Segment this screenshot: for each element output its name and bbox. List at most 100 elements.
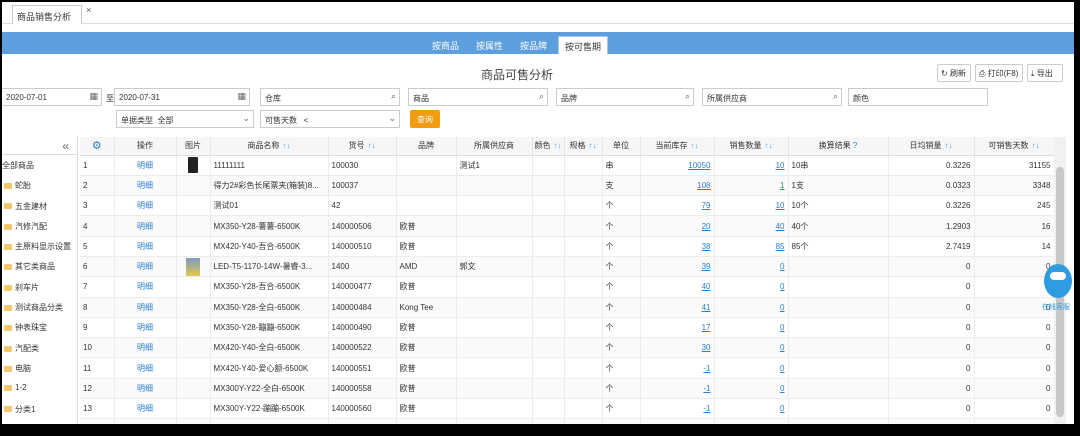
export-button[interactable]: ⤓ 导出: [1027, 64, 1063, 82]
sales-qty-link[interactable]: 10: [776, 161, 785, 170]
color-field[interactable]: 颜色: [848, 88, 988, 106]
nav-by-sell-period[interactable]: 按可售期: [558, 36, 609, 54]
search-icon[interactable]: ⌕: [833, 91, 838, 102]
detail-link-link[interactable]: 明细: [137, 364, 153, 373]
sales-qty-link[interactable]: 85: [776, 242, 785, 251]
sales-qty-link[interactable]: 0: [780, 303, 784, 312]
sort-icon[interactable]: ↑↓: [1032, 141, 1040, 150]
column-settings[interactable]: ⚙: [80, 137, 115, 156]
table-row[interactable]: 12 明细 MX300Y-Y22-全白-6500K 140000558 欧普个 -1 0 0 0: [80, 378, 1054, 400]
current-stock-link[interactable]: 79: [702, 201, 711, 210]
search-icon[interactable]: ⌕: [539, 91, 544, 102]
detail-link-link[interactable]: 明细: [137, 262, 153, 271]
detail-link-link[interactable]: 明细: [137, 282, 153, 291]
table-row[interactable]: 4 明细 MX350-Y28-薯薯-6500K 140000506 欧普 个 20 40 40个…: [80, 215, 1054, 237]
close-icon[interactable]: ×: [86, 5, 91, 15]
gear-icon[interactable]: ⚙: [92, 140, 102, 152]
table-row[interactable]: 10 明细 MX420-Y40-全白-6500K 140000522 欧普个 30 0 0 0: [80, 337, 1054, 359]
sales-qty-link[interactable]: 10: [776, 201, 785, 210]
nav-by-brand[interactable]: 按品牌: [520, 36, 547, 54]
tree-item[interactable]: 刹车片: [2, 277, 77, 297]
customer-service-bot-icon[interactable]: [1044, 264, 1072, 298]
table-row[interactable]: 2 明细 得力2#彩色长尾票夹(箱装)8... 100037 支 108 1 1支 0.0323…: [80, 175, 1054, 197]
detail-link-link[interactable]: 明细: [137, 222, 153, 231]
detail-link-link[interactable]: 明细: [137, 343, 153, 352]
brand-field[interactable]: 品牌 ⌕: [556, 88, 694, 106]
tree-item[interactable]: 钟表珠宝: [2, 317, 77, 337]
bill-type-select[interactable]: 单据类型 全部 ⌄: [116, 110, 254, 128]
current-stock-link[interactable]: -1: [703, 404, 710, 413]
sort-icon[interactable]: ↑↓: [945, 141, 953, 150]
current-stock-link[interactable]: 17: [702, 323, 711, 332]
calendar-icon[interactable]: ▦: [89, 91, 98, 102]
tree-item[interactable]: 电脑: [2, 358, 77, 378]
table-row[interactable]: 7明细MX350-Y28-吾合-6500K140000477欧普个40000: [80, 276, 1054, 298]
sort-icon[interactable]: ↑↓: [589, 141, 597, 150]
nav-by-product[interactable]: 按商品: [432, 36, 459, 54]
col-header[interactable]: 商品名称 ↑↓: [210, 137, 329, 156]
table-row[interactable]: 5 明细 MX420-Y40-吾合-6500K 140000510 欧普 个 38 85 85个…: [80, 236, 1054, 257]
sort-icon[interactable]: ↑↓: [283, 141, 291, 150]
col-header[interactable]: 可销售天数 ↑↓: [974, 137, 1054, 156]
sales-qty-link[interactable]: 0: [780, 262, 784, 271]
sort-icon[interactable]: ↑↓: [765, 141, 773, 150]
detail-link-link[interactable]: 明细: [137, 201, 153, 210]
search-icon[interactable]: ⌕: [391, 91, 396, 102]
sales-qty-link[interactable]: 0: [780, 364, 784, 373]
table-row[interactable]: 6 明细 LED-T5-1170-14W-暑睿-3... 1400 AMD 郭文个 39 0 0…: [80, 256, 1054, 278]
table-row[interactable]: 13 明细 MX300Y-Y22-蹦蹦-6500K 140000560 欧普个 -1 0 0 0: [80, 398, 1054, 420]
current-stock-link[interactable]: 40: [702, 282, 711, 291]
col-header[interactable]: 颜色 ↑↓: [532, 137, 565, 156]
sales-qty-link[interactable]: 1: [780, 181, 784, 190]
table-row[interactable]: 14: [80, 418, 1054, 424]
tree-item[interactable]: 汽配类: [2, 338, 77, 358]
supplier-field[interactable]: 所属供应商 ⌕: [702, 88, 842, 106]
current-stock-link[interactable]: 41: [702, 303, 711, 312]
tree-item[interactable]: 蛇胎: [2, 175, 77, 195]
detail-link-link[interactable]: 明细: [137, 242, 153, 251]
refresh-button[interactable]: ↻ 刷新: [937, 64, 971, 82]
query-button[interactable]: 查询: [410, 110, 440, 128]
current-stock-link[interactable]: 30: [702, 343, 711, 352]
current-stock-link[interactable]: 39: [702, 262, 711, 271]
sales-qty-link[interactable]: 0: [780, 323, 784, 332]
sales-qty-link[interactable]: 0: [780, 282, 784, 291]
col-header[interactable]: 当前库存 ↑↓: [640, 137, 715, 156]
detail-link-link[interactable]: 明细: [137, 161, 153, 170]
help-icon[interactable]: ?: [853, 141, 857, 150]
col-header[interactable]: 日均销量 ↑↓: [888, 137, 975, 156]
detail-link-link[interactable]: 明细: [137, 303, 153, 312]
current-stock-link[interactable]: 38: [702, 242, 711, 251]
print-button[interactable]: ⎙ 打印(F8): [975, 64, 1023, 82]
customer-service-label[interactable]: 在线客服: [1042, 302, 1070, 312]
sales-qty-link[interactable]: 0: [780, 343, 784, 352]
col-header[interactable]: 货号 ↑↓: [328, 137, 397, 156]
col-header[interactable]: 销售数量 ↑↓: [714, 137, 789, 156]
tree-item[interactable]: 分类1: [2, 399, 77, 419]
sell-days-field[interactable]: 可售天数 < ⌄: [260, 110, 400, 128]
current-stock-link[interactable]: 108: [697, 181, 710, 190]
table-row[interactable]: 11 明细 MX420-Y40-爱心额-6500K 140000551 欧普个 -1 0 0 0: [80, 357, 1054, 379]
tab-sales-analysis[interactable]: 商品销售分析: [12, 5, 82, 25]
table-row[interactable]: 9 明细 MX350-Y28-蹦蹦-6500K 140000490 欧普个 17 0 0 0: [80, 317, 1054, 339]
nav-by-attribute[interactable]: 按属性: [476, 36, 503, 54]
sort-icon[interactable]: ↑↓: [691, 141, 699, 150]
tree-item[interactable]: 测试商品分类: [2, 297, 77, 317]
calendar-icon[interactable]: ▦: [237, 91, 246, 102]
sales-qty-link[interactable]: 40: [776, 222, 785, 231]
collapse-icon[interactable]: «: [62, 139, 69, 153]
tree-item[interactable]: 交易: [2, 419, 77, 424]
tree-item[interactable]: 主原料显示设置: [2, 236, 77, 256]
table-row[interactable]: 8 明细 MX350-Y28-全白-6500K 140000484 Kong Tee 个 4…: [80, 297, 1054, 318]
tree-item[interactable]: 汽修汽配: [2, 216, 77, 236]
sell-days-operator[interactable]: <: [304, 116, 309, 125]
table-row[interactable]: 1 明细 11111111 100030 测试1 串 10050 10 10串 0.3226 311…: [80, 155, 1054, 176]
tree-item[interactable]: 五金建材: [2, 196, 77, 216]
warehouse-field[interactable]: 仓库 ⌕: [260, 88, 400, 106]
table-row[interactable]: 3 明细 测试01 42 个 79 10 10个 0.3226 245: [80, 195, 1054, 217]
date-to-field[interactable]: 2020-07-31 ▦: [114, 88, 250, 106]
current-stock-link[interactable]: 10050: [688, 161, 710, 170]
sales-qty-link[interactable]: 0: [780, 384, 784, 393]
detail-link-link[interactable]: 明细: [137, 404, 153, 413]
col-header[interactable]: 规格 ↑↓: [564, 137, 603, 156]
